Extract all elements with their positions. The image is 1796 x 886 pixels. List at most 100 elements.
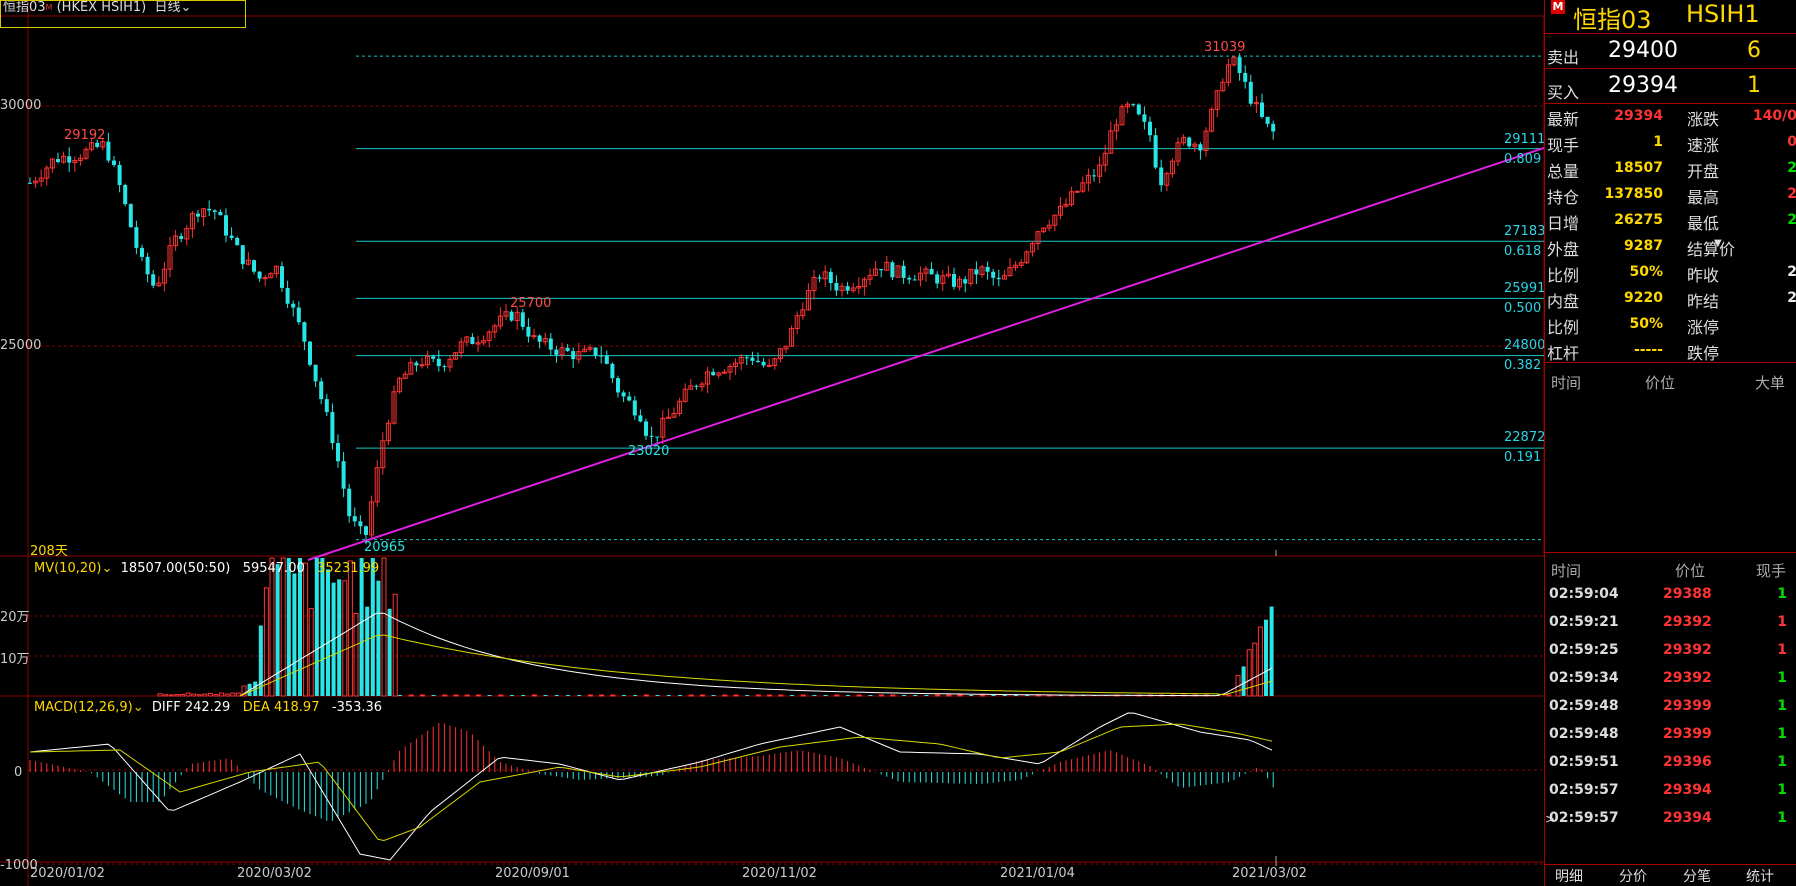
volume-indicator-name[interactable]: MV(10,20) [34, 561, 101, 576]
big-order-header-price: 价位 [1645, 374, 1676, 392]
chevron-down-icon[interactable]: ⌄ [133, 700, 144, 715]
candle-body [991, 271, 996, 278]
candle-body [224, 215, 228, 236]
tick-row[interactable]: 02:59:48 29399 1 [1545, 694, 1796, 721]
candle-body [929, 268, 934, 275]
big-order-header-big: 大单 [1755, 374, 1786, 392]
stat-value: 50% [1629, 316, 1663, 332]
volume-bar [1269, 606, 1274, 696]
volume-indicator-header[interactable]: MV(10,20)⌄ 18507.00(50:50) 59547.00 3523… [34, 561, 379, 576]
candle-body [655, 436, 660, 438]
market-superscript: M [45, 3, 53, 12]
stat-row: 比例 50% [1545, 260, 1663, 286]
candle-body [56, 159, 60, 163]
tick-time: 02:59:51 [1549, 754, 1619, 770]
volume-bar [419, 694, 425, 697]
fib-value-label: 22872 [1504, 430, 1546, 445]
tab-price-distribution[interactable]: 分价 [1619, 866, 1647, 886]
instrument-code: HSIH1 [1686, 0, 1760, 28]
macd-indicator-header[interactable]: MACD(12,26,9)⌄ DIFF 242.29 DEA 418.97 -3… [34, 700, 382, 715]
candle-body [571, 351, 576, 360]
bid-price: 29394 [1608, 73, 1678, 98]
volume-bar [868, 695, 873, 696]
tick-time: 02:59:57 [1549, 810, 1619, 826]
fib-value-label: 25991 [1504, 281, 1546, 296]
tick-row[interactable]: 02:59:51 29396 1 [1545, 750, 1796, 777]
candle-body [599, 355, 604, 357]
tick-row[interactable]: 02:59:57 29394 1 [1545, 778, 1796, 805]
candle-body [117, 164, 122, 185]
big-order-header-time: 时间 [1551, 374, 1582, 392]
tick-row[interactable]: 02:59:04 29388 1 [1545, 582, 1796, 609]
tick-row[interactable]: 02:59:57 29394 1 [1545, 806, 1796, 833]
chart-title-code: (HKEX HSIH1) [56, 0, 147, 15]
chart-title-name: 恒指03 [3, 0, 46, 15]
macd-diff-line [29, 712, 1273, 861]
volume-bar [622, 695, 626, 696]
volume-bar [408, 694, 414, 697]
tab-statistics[interactable]: 统计 [1746, 866, 1774, 886]
macd-indicator-name[interactable]: MACD(12,26,9) [34, 700, 133, 715]
candle-body [123, 184, 128, 205]
volume-bar [711, 695, 716, 696]
stat-label: 跌停 [1687, 344, 1720, 363]
volume-bar [979, 694, 985, 697]
candle-body [235, 237, 240, 246]
candle-body [1142, 114, 1147, 122]
candle-body [537, 335, 542, 342]
ask-row[interactable]: 卖出 29400 6 [1545, 34, 1796, 68]
tick-time: 02:59:57 [1549, 782, 1619, 798]
candle-body [179, 236, 184, 239]
stat-label: 速涨 [1687, 136, 1720, 155]
candle-body [621, 392, 626, 397]
tick-row[interactable]: 02:59:34 29392 1 [1545, 666, 1796, 693]
volume-bar [320, 558, 325, 696]
volume-bar [303, 562, 309, 697]
fib-value-label: 24800 [1504, 338, 1546, 353]
volume-value-3: 35231.99 [317, 561, 380, 576]
chart-title-box[interactable]: 恒指03M (HKEX HSIH1) 日线⌄ [0, 0, 246, 28]
stat-row: 外盘 9287 [1545, 234, 1663, 260]
volume-bar [1264, 619, 1268, 696]
tick-row[interactable]: 02:59:21 29392 1 [1545, 610, 1796, 637]
volume-bar [163, 694, 169, 697]
tab-ticks[interactable]: 分笔 [1683, 866, 1711, 886]
tick-price: 29392 [1663, 642, 1712, 658]
tick-time: 02:59:04 [1549, 586, 1619, 602]
candle-body [610, 363, 615, 379]
candle-body [565, 347, 570, 352]
bid-row[interactable]: 买入 29394 1 [1545, 69, 1796, 103]
chevron-down-icon[interactable]: ⌄ [101, 561, 112, 576]
tick-row[interactable]: 02:59:25 29392 1 [1545, 638, 1796, 665]
period-selector[interactable]: 日线 [154, 1, 180, 15]
kline-chart[interactable] [0, 0, 1544, 886]
bid-label: 买入 [1547, 83, 1580, 102]
tick-volume: 1 [1777, 614, 1787, 630]
candle-body [761, 361, 766, 366]
candle-body [828, 271, 833, 284]
selected-row-marker-icon: > [1545, 812, 1556, 826]
volume-bar [179, 693, 185, 697]
stat-value: 50% [1629, 264, 1663, 280]
volume-bar [376, 580, 381, 696]
volume-bar [554, 695, 559, 696]
volume-bar [275, 564, 280, 696]
tick-volume: 1 [1777, 782, 1787, 798]
tab-detail[interactable]: 明细 [1555, 866, 1583, 886]
candle-body [593, 347, 598, 356]
ask-volume: 6 [1747, 38, 1761, 63]
chevron-down-icon[interactable]: ⌄ [180, 1, 191, 15]
fib-ratio-label: 0.618 [1504, 244, 1542, 259]
volume-bar [699, 694, 705, 697]
stat-label: 总量 [1547, 162, 1580, 181]
volume-value-1: 18507.00(50:50) [120, 561, 231, 576]
candle-body [330, 412, 335, 444]
candle-body [1271, 123, 1276, 132]
tick-row[interactable]: 02:59:48 29399 1 [1545, 722, 1796, 749]
stat-label: 最新 [1547, 110, 1580, 129]
candle-body [1248, 81, 1253, 104]
caret-down-icon[interactable]: ▼ [1714, 238, 1722, 249]
volume-bar [587, 694, 593, 697]
candle-body [302, 322, 307, 342]
candle-body [750, 357, 755, 361]
